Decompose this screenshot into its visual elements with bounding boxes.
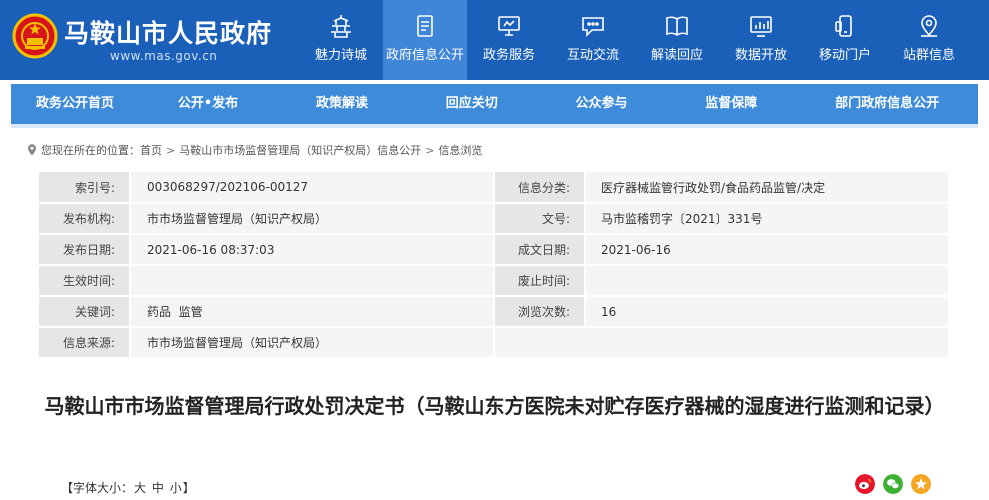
meta-label: 索引号: (39, 172, 131, 204)
mobile-icon (835, 15, 852, 37)
breadcrumb-home-link[interactable]: 首页 (140, 142, 162, 158)
location-pin-icon (921, 15, 937, 37)
secnav-item-publish[interactable]: 公开•发布 (139, 84, 277, 124)
secnav-item-policy[interactable]: 政策解读 (277, 84, 407, 124)
font-size-large-button[interactable]: 大 (134, 481, 146, 495)
topnav-item-interaction[interactable]: 互动交流 (551, 0, 635, 80)
weibo-icon[interactable] (855, 474, 875, 494)
meta-label: 关键词: (39, 296, 131, 328)
topnav-item-charm-city[interactable]: 魅力诗城 (299, 0, 383, 80)
meta-label: 发布机构: (39, 203, 131, 235)
secnav-item-response[interactable]: 回应关切 (407, 84, 537, 124)
pagoda-icon (331, 15, 351, 38)
secnav-item-home[interactable]: 政务公开首页 (11, 84, 139, 124)
topnav-label: 数据开放 (734, 48, 787, 63)
top-nav: 魅力诗城 政府信息公开 政务服务 互动交流 解读回应 数据开放 移动门户 站群信… (299, 0, 971, 80)
bar-chart-icon (750, 16, 772, 37)
topnav-label: 政府信息公开 (385, 48, 464, 63)
topnav-label: 站群信息 (902, 48, 955, 63)
topnav-item-site-group[interactable]: 站群信息 (887, 0, 971, 80)
meta-label: 信息来源: (39, 327, 131, 359)
meta-row: 发布机构: 市市场监督管理局（知识产权局） 文号: 马市监稽罚字〔2021〕33… (39, 203, 950, 235)
meta-row: 生效时间: 废止时间: (39, 265, 950, 297)
meta-value (585, 265, 950, 297)
wechat-icon[interactable] (883, 474, 903, 494)
secnav-item-departments[interactable]: 部门政府信息公开 (796, 84, 978, 124)
breadcrumb: 您现在所在的位置： 首页 > 马鞍山市市场监督管理局（知识产权局）信息公开 > … (27, 142, 482, 158)
monitor-icon (498, 16, 520, 36)
document-title: 马鞍山市市场监督管理局行政处罚决定书（马鞍山东方医院未对贮存医疗器械的湿度进行监… (44, 394, 945, 418)
meta-label: 信息分类: (494, 172, 586, 204)
font-size-suffix: 】 (182, 481, 195, 495)
meta-value (130, 265, 495, 297)
breadcrumb-current: 信息浏览 (438, 144, 483, 157)
meta-row: 发布日期: 2021-06-16 08:37:03 成文日期: 2021-06-… (39, 234, 950, 266)
breadcrumb-separator: > (166, 143, 176, 157)
meta-label: 浏览次数: (494, 296, 586, 328)
font-size-small-button[interactable]: 小 (170, 481, 182, 495)
secnav-item-participation[interactable]: 公众参与 (537, 84, 667, 124)
favorite-star-icon[interactable] (911, 474, 931, 494)
meta-row: 信息来源: 市市场监督管理局（知识产权局） (39, 327, 950, 359)
secondary-nav: 政务公开首页 公开•发布 政策解读 回应关切 公众参与 监督保障 部门政府信息公… (11, 84, 978, 128)
share-bar (855, 474, 931, 494)
topnav-item-gov-info[interactable]: 政府信息公开 (383, 0, 467, 80)
meta-value: 马市监稽罚字〔2021〕331号 (585, 203, 950, 235)
topnav-item-interpretation[interactable]: 解读回应 (635, 0, 719, 80)
meta-value: 003068297/202106-00127 (130, 172, 495, 204)
meta-value: 市市场监督管理局（知识产权局） (130, 203, 495, 235)
font-size-medium-button[interactable]: 中 (152, 481, 164, 495)
meta-value: 2021-06-16 (585, 234, 950, 266)
secnav-item-supervision[interactable]: 监督保障 (666, 84, 796, 124)
open-book-icon (666, 16, 688, 36)
document-meta-table: 索引号: 003068297/202106-00127 信息分类: 医疗器械监管… (39, 172, 950, 359)
font-size-control: 【字体大小：大 中 小】 (61, 479, 195, 496)
meta-value: 2021-06-16 08:37:03 (130, 234, 495, 266)
location-pin-icon (28, 144, 36, 156)
site-header: 马鞍山市人民政府 www.mas.gov.cn 魅力诗城 政府信息公开 政务服务 (0, 0, 989, 80)
meta-row: 索引号: 003068297/202106-00127 信息分类: 医疗器械监管… (39, 172, 950, 204)
site-url: www.mas.gov.cn (110, 49, 218, 63)
meta-label: 成文日期: (494, 234, 586, 266)
topnav-item-gov-services[interactable]: 政务服务 (467, 0, 551, 80)
meta-value: 药品 监管 (130, 296, 495, 328)
font-size-prefix: 【字体大小： (61, 481, 134, 495)
meta-value: 医疗器械监管行政处罚/食品药品监管/决定 (585, 172, 950, 204)
breadcrumb-prefix: 您现在所在的位置： (41, 144, 140, 157)
meta-empty-cell (494, 327, 950, 359)
document-icon (417, 15, 433, 37)
topnav-label: 魅力诗城 (314, 48, 367, 63)
topnav-label: 移动门户 (818, 48, 871, 63)
secondary-nav-bar: 政务公开首页 公开•发布 政策解读 回应关切 公众参与 监督保障 部门政府信息公… (11, 84, 978, 124)
meta-label: 生效时间: (39, 265, 131, 297)
content-card: 您现在所在的位置： 首页 > 马鞍山市市场监督管理局（知识产权局）信息公开 > … (11, 128, 978, 500)
meta-label: 发布日期: (39, 234, 131, 266)
meta-row: 关键词: 药品 监管 浏览次数: 16 (39, 296, 950, 328)
topnav-label: 互动交流 (566, 48, 619, 63)
meta-value: 市市场监督管理局（知识产权局） (130, 327, 495, 359)
national-emblem-icon[interactable] (12, 12, 58, 60)
breadcrumb-separator: > (425, 143, 435, 157)
topnav-item-mobile-portal[interactable]: 移动门户 (803, 0, 887, 80)
breadcrumb-dept-link[interactable]: 马鞍山市市场监督管理局（知识产权局）信息公开 (179, 142, 421, 158)
meta-label: 文号: (494, 203, 586, 235)
meta-value: 16 (585, 296, 950, 328)
topnav-label: 政务服务 (482, 48, 535, 63)
site-title[interactable]: 马鞍山市人民政府 (64, 14, 272, 50)
chat-icon (582, 17, 604, 37)
meta-label: 废止时间: (494, 265, 586, 297)
topnav-label: 解读回应 (650, 48, 703, 63)
topnav-item-open-data[interactable]: 数据开放 (719, 0, 803, 80)
